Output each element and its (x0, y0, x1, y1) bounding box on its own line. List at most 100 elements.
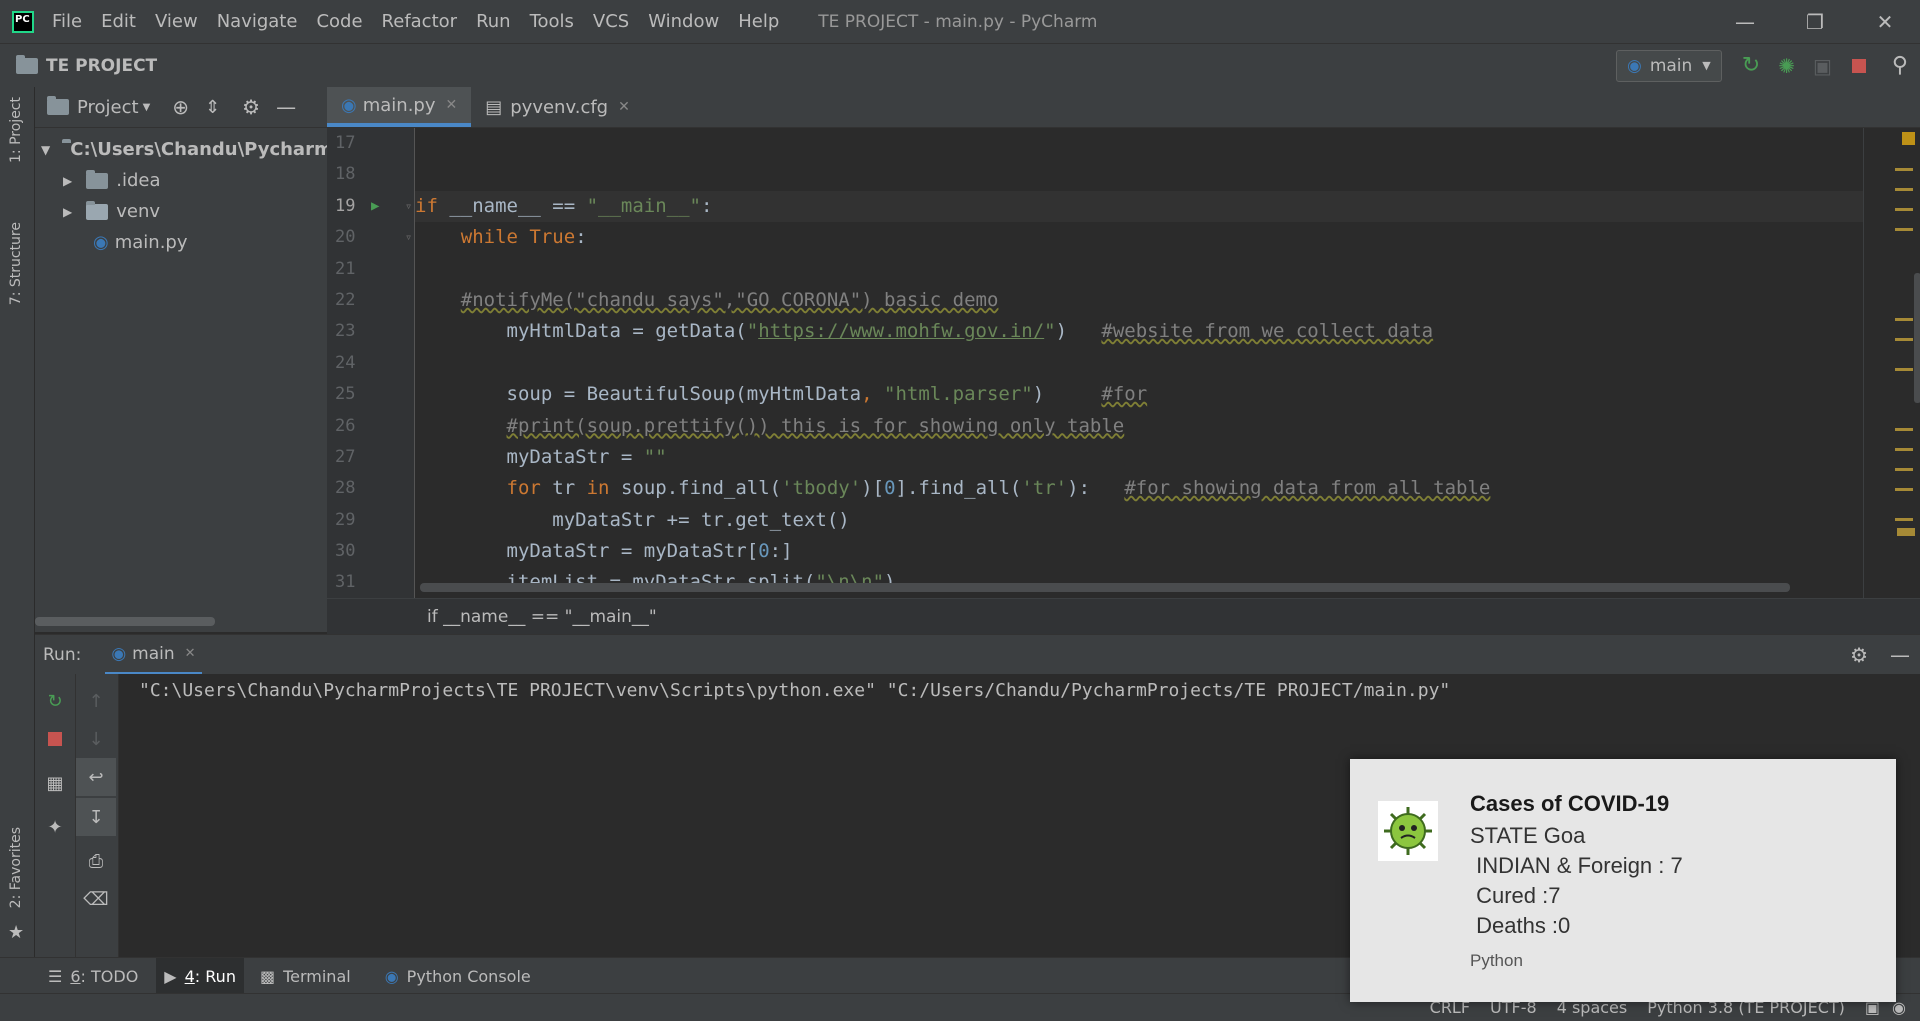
tree-item-main-py[interactable]: ◉ main.py (35, 227, 327, 258)
line-number: 23 (335, 321, 356, 342)
menu-tools[interactable]: Tools (530, 11, 574, 32)
tab-python-console[interactable]: ◉ Python Console (385, 967, 531, 986)
trash-icon[interactable]: ⌫ (76, 880, 116, 918)
breadcrumb-item[interactable]: if __name__ == "__main__" (427, 607, 657, 627)
horizontal-scrollbar[interactable] (420, 583, 1790, 592)
tab-run[interactable]: ▶ 4: Run (156, 958, 244, 994)
tab-terminal[interactable]: ▩ Terminal (260, 967, 351, 986)
menu-view[interactable]: View (155, 11, 198, 32)
menu-edit[interactable]: Edit (101, 11, 136, 32)
python-icon: ◉ (111, 643, 127, 664)
coverage-icon[interactable]: ▣ (1813, 54, 1832, 78)
chevron-down-icon[interactable]: ▼ (143, 102, 151, 113)
warning-mark[interactable] (1895, 448, 1913, 451)
tab-todo[interactable]: ☰ 6: TODO (48, 967, 138, 986)
close-icon[interactable]: ✕ (185, 646, 196, 661)
warning-mark[interactable] (1895, 188, 1913, 191)
chevron-right-icon[interactable]: ▶ (63, 205, 72, 219)
warning-mark[interactable] (1895, 488, 1913, 491)
down-arrow-icon[interactable]: ↓ (76, 720, 116, 758)
line-number: 24 (335, 352, 356, 373)
rerun-icon[interactable]: ↻ (35, 682, 75, 720)
warning-mark[interactable] (1897, 528, 1915, 536)
menu-refactor[interactable]: Refactor (382, 11, 458, 32)
hide-icon[interactable]: — (1890, 643, 1910, 667)
line-number: 18 (335, 164, 356, 185)
warning-mark[interactable] (1895, 428, 1913, 431)
rerun-icon[interactable]: ↻ (1742, 53, 1760, 78)
code-editor[interactable]: if __name__ == "__main__": while True: #… (415, 128, 1863, 598)
breadcrumb[interactable]: if __name__ == "__main__" (327, 598, 1920, 635)
code-line: myDataStr = "" (506, 445, 667, 468)
print-icon[interactable]: ⎙ (76, 842, 116, 880)
menu-help[interactable]: Help (738, 11, 779, 32)
restore-button[interactable]: ❐ (1780, 0, 1850, 43)
tree-item-idea[interactable]: ▶ .idea (35, 165, 327, 196)
menu-vcs[interactable]: VCS (593, 11, 629, 32)
soft-wrap-icon[interactable]: ↩ (76, 758, 116, 796)
gear-icon[interactable]: ⚙ (1850, 643, 1868, 667)
project-panel-header: Project ▼ ⊕ ⇕ ⚙ — (35, 87, 327, 128)
stop-icon[interactable] (1851, 58, 1866, 73)
tab-structure[interactable]: 7: Structure (8, 222, 24, 305)
menu-code[interactable]: Code (316, 11, 362, 32)
scroll-to-end-icon[interactable]: ↧ (76, 798, 116, 836)
warning-mark[interactable] (1895, 168, 1913, 171)
play-icon: ▶ (164, 966, 177, 986)
code-line: myHtmlData = getData("https://www.mohfw.… (506, 320, 1434, 343)
tree-root[interactable]: ▼ C:\Users\Chandu\PycharmP (35, 134, 346, 165)
tab-num: 4 (184, 966, 195, 986)
warning-mark[interactable] (1895, 318, 1913, 321)
close-window-button[interactable]: ✕ (1850, 0, 1920, 43)
debug-icon[interactable]: ✺ (1778, 54, 1795, 78)
tab-project[interactable]: 1: Project (8, 97, 24, 163)
close-icon[interactable]: ✕ (618, 99, 630, 115)
hide-icon[interactable]: — (276, 95, 296, 119)
warning-mark[interactable] (1895, 368, 1913, 371)
horizontal-scrollbar[interactable] (35, 617, 215, 626)
vertical-scrollbar[interactable] (1914, 273, 1920, 403)
close-icon[interactable]: ✕ (446, 97, 458, 113)
code-line: #print(soup.prettify()) this is for show… (506, 414, 1125, 437)
chevron-down-icon[interactable]: ▼ (41, 143, 50, 157)
tab-label: pyvenv.cfg (510, 96, 609, 118)
warning-mark[interactable] (1895, 338, 1913, 341)
project-view-selector[interactable]: Project (77, 97, 139, 118)
locate-icon[interactable]: ⊕ (172, 95, 189, 119)
tab-favorites[interactable]: 2: Favorites (8, 827, 24, 908)
warning-mark[interactable] (1895, 468, 1913, 471)
collapse-all-icon[interactable]: ⇕ (205, 97, 220, 118)
tree-item-venv[interactable]: ▶ venv (35, 196, 327, 227)
project-panel: Project ▼ ⊕ ⇕ ⚙ — ▼ C:\Users\Chandu\Pych… (35, 87, 346, 632)
menu-file[interactable]: File (52, 11, 82, 32)
line-number: 28 (335, 478, 356, 499)
minimize-button[interactable]: — (1710, 0, 1780, 43)
warning-mark[interactable] (1895, 208, 1913, 211)
stop-icon[interactable] (35, 720, 75, 758)
menu-navigate[interactable]: Navigate (217, 11, 298, 32)
warning-indicator[interactable] (1902, 132, 1915, 145)
menu-window[interactable]: Window (648, 11, 719, 32)
pin-icon[interactable]: ✦ (35, 808, 75, 846)
run-gutter-icon[interactable]: ▶ (371, 191, 379, 222)
up-arrow-icon[interactable]: ↑ (76, 682, 116, 720)
tab-main-py[interactable]: ◉ main.py ✕ (327, 87, 472, 127)
warning-mark[interactable] (1895, 228, 1913, 231)
line-number: 29 (335, 509, 356, 530)
notification-toast[interactable]: Cases of COVID-19 STATE Goa INDIAN & For… (1350, 759, 1896, 1002)
run-config-selector[interactable]: ◉ main ▼ (1615, 49, 1722, 82)
fold-icon[interactable]: ▿ (405, 191, 412, 222)
restore-layout-icon[interactable]: ▦ (35, 764, 75, 802)
tab-pyvenv-cfg[interactable]: ▤ pyvenv.cfg ✕ (471, 87, 644, 127)
chevron-right-icon[interactable]: ▶ (63, 174, 72, 188)
gear-icon[interactable]: ⚙ (242, 95, 260, 119)
fold-icon[interactable]: ▿ (405, 222, 412, 253)
run-tab-main[interactable]: ◉ main ✕ (105, 635, 202, 675)
error-stripe[interactable] (1863, 128, 1920, 598)
project-name[interactable]: TE PROJECT (46, 56, 157, 76)
menu-run[interactable]: Run (476, 11, 511, 32)
warning-mark[interactable] (1895, 518, 1913, 521)
search-icon[interactable]: ⚲ (1892, 53, 1908, 78)
